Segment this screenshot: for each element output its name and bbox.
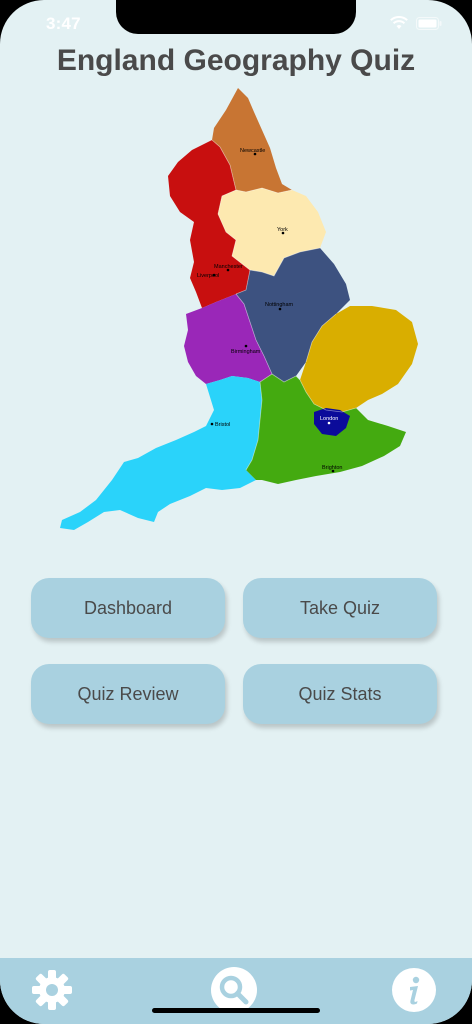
device-notch	[116, 0, 356, 34]
info-icon	[392, 968, 436, 1012]
city-label-manchester: Manchester	[214, 264, 243, 270]
search-icon	[211, 967, 257, 1013]
search-tab[interactable]	[210, 966, 258, 1014]
city-label-liverpool: Liverpool	[197, 273, 219, 279]
info-tab[interactable]	[390, 966, 438, 1014]
wifi-icon	[390, 16, 408, 29]
city-label-london: London	[320, 416, 338, 422]
quiz-review-button[interactable]: Quiz Review	[31, 664, 225, 724]
city-label-newcastle: Newcastle	[240, 148, 265, 154]
england-regions-map: Newcastle York Manchester Liverpool Nott…	[60, 88, 418, 530]
quiz-stats-button[interactable]: Quiz Stats	[243, 664, 437, 724]
city-label-brighton: Brighton	[322, 465, 343, 471]
bottom-tab-bar	[0, 958, 472, 1024]
status-icons	[390, 16, 442, 30]
gear-icon	[32, 970, 72, 1010]
city-label-nottingham: Nottingham	[265, 302, 294, 308]
dashboard-button[interactable]: Dashboard	[31, 578, 225, 638]
settings-tab[interactable]	[28, 966, 76, 1014]
app-screen: 3:47 England Geography Quiz Newcastle Yo…	[0, 0, 472, 1024]
city-label-bristol: Bristol	[215, 422, 230, 428]
battery-icon	[416, 16, 442, 30]
take-quiz-button[interactable]: Take Quiz	[243, 578, 437, 638]
page-title: England Geography Quiz	[56, 44, 416, 77]
city-label-birmingham: Birmingham	[231, 349, 261, 355]
home-indicator	[152, 1008, 320, 1013]
region-south-west	[60, 376, 262, 530]
city-label-york: York	[277, 227, 288, 233]
status-time: 3:47	[46, 14, 81, 33]
